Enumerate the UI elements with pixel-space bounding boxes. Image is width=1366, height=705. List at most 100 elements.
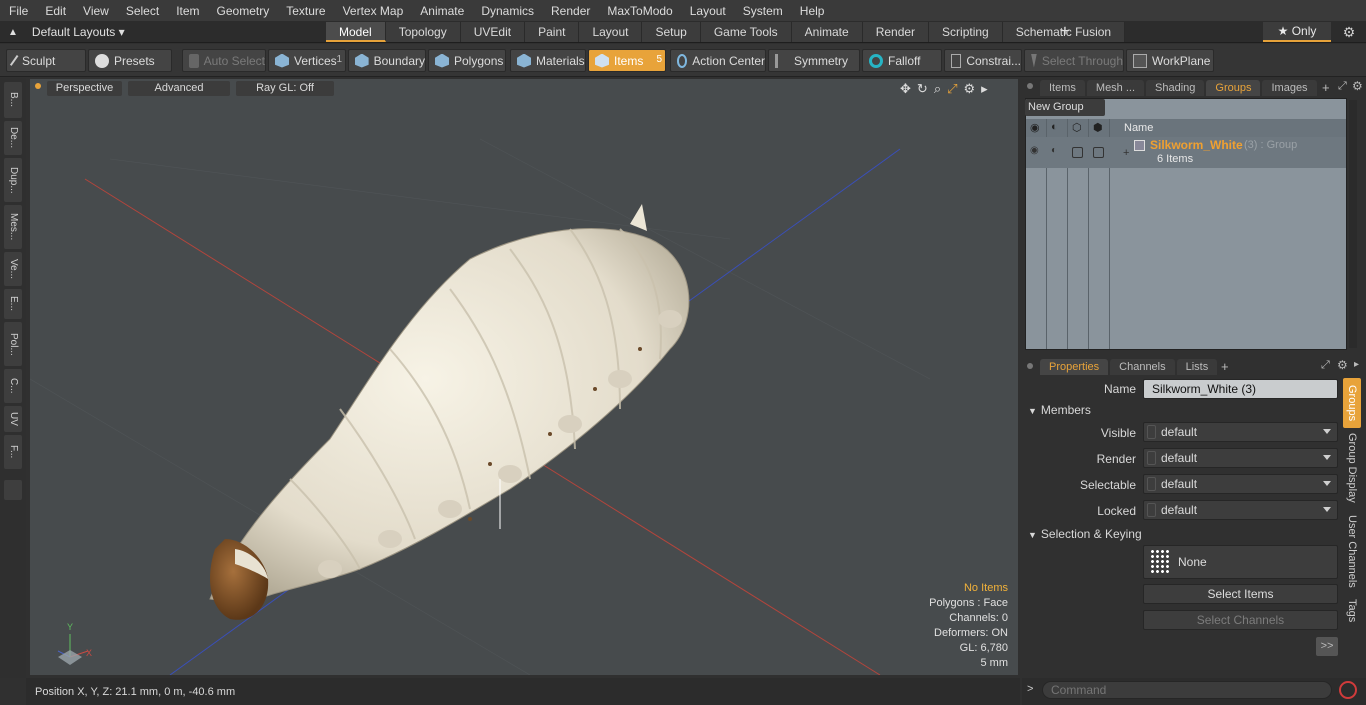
group-row[interactable]: ◉ ◐ + Silkworm_White (3) : Group 6 Items <box>1026 137 1346 168</box>
tab-uvedit[interactable]: UVEdit <box>460 22 526 42</box>
left-tab-2[interactable]: Dup... <box>4 158 22 202</box>
expand-arrow-icon[interactable]: ▸ <box>981 81 988 97</box>
tab-scripting[interactable]: Scripting <box>929 22 1003 42</box>
menu-help[interactable]: Help <box>791 4 833 18</box>
new-group-button[interactable]: New Group <box>1025 99 1105 116</box>
falloff-button[interactable]: Falloff <box>862 49 942 72</box>
layouts-dropdown[interactable]: ▲ Default Layouts ▾ <box>0 21 150 43</box>
add-list-tab-icon[interactable]: + <box>1322 80 1330 95</box>
items-button[interactable]: Items 5 <box>588 49 666 72</box>
left-tab-7[interactable]: C... <box>4 369 22 403</box>
panel-gear-icon[interactable]: ⚙ <box>1352 79 1363 93</box>
tab-model[interactable]: Model <box>326 22 386 42</box>
command-input[interactable] <box>1042 681 1332 699</box>
render-icon[interactable]: ◐ <box>1051 121 1058 133</box>
add-tab-button[interactable]: + <box>1056 21 1074 43</box>
record-icon[interactable] <box>1339 681 1357 699</box>
locked-dropdown[interactable]: default <box>1143 500 1338 520</box>
zoom-view-icon[interactable]: ⌕ <box>934 81 941 97</box>
menu-file[interactable]: File <box>0 4 36 18</box>
tab-setup[interactable]: Setup <box>642 22 701 42</box>
side-tab-user-channels[interactable]: User Channels <box>1343 510 1361 592</box>
select-channels-button[interactable]: Select Channels <box>1143 610 1338 630</box>
left-tab-extra[interactable] <box>4 480 22 500</box>
menu-geometry[interactable]: Geometry <box>208 4 278 18</box>
tab-topology[interactable]: Topology <box>385 22 461 42</box>
side-tab-tags[interactable]: Tags <box>1343 596 1361 626</box>
left-tab-5[interactable]: E... <box>4 289 22 319</box>
tab-render[interactable]: Render <box>862 22 930 42</box>
3d-viewport[interactable]: Y X No Items Polygons : Face Channels: 0… <box>30 79 1018 675</box>
menu-system[interactable]: System <box>734 4 791 18</box>
left-tab-6[interactable]: Pol... <box>4 322 22 366</box>
boundary-button[interactable]: Boundary <box>348 49 426 72</box>
left-tab-3[interactable]: Mes... <box>4 205 22 249</box>
workplane-button[interactable]: WorkPlane <box>1126 49 1214 72</box>
members-section[interactable]: ▼ Members <box>1028 403 1091 417</box>
selectable-dropdown[interactable]: default <box>1143 474 1338 494</box>
sculpt-button[interactable]: Sculpt <box>6 49 86 72</box>
menu-texture[interactable]: Texture <box>277 4 333 18</box>
tab-properties[interactable]: Properties <box>1040 359 1109 375</box>
more-button[interactable]: >> <box>1316 637 1338 656</box>
tab-items[interactable]: Items <box>1040 80 1085 96</box>
tab-mesh[interactable]: Mesh ... <box>1086 80 1145 96</box>
menu-layout[interactable]: Layout <box>681 4 734 18</box>
select-items-button[interactable]: Select Items <box>1143 584 1338 604</box>
panel-menu-dot[interactable] <box>1027 83 1033 89</box>
panel-expand-icon[interactable]: ⤢ <box>1338 80 1347 93</box>
raygl-button[interactable]: Ray GL: Off <box>236 81 334 96</box>
menu-view[interactable]: View <box>74 4 117 18</box>
left-tab-1[interactable]: De... <box>4 121 22 155</box>
row-eye-icon[interactable]: ◉ <box>1030 145 1039 156</box>
polygons-button[interactable]: Polygons <box>428 49 506 72</box>
menu-maxtomodo[interactable]: MaxToModo <box>598 4 680 18</box>
row-render-icon[interactable]: ◐ <box>1051 145 1057 156</box>
tab-channels[interactable]: Channels <box>1110 359 1175 375</box>
left-tab-8[interactable]: UV <box>4 406 22 432</box>
advanced-button[interactable]: Advanced <box>128 81 230 96</box>
menu-dynamics[interactable]: Dynamics <box>472 4 542 18</box>
none-button[interactable]: None <box>1143 545 1338 579</box>
vertices-button[interactable]: Vertices 1 <box>268 49 346 72</box>
eye-icon[interactable]: ◉ <box>1030 121 1040 134</box>
row-lock-checkbox[interactable] <box>1093 147 1104 158</box>
tab-animate[interactable]: Animate <box>791 22 863 42</box>
menu-animate[interactable]: Animate <box>411 4 472 18</box>
side-tab-groups[interactable]: Groups <box>1343 378 1361 428</box>
groups-scrollbar[interactable] <box>1349 100 1357 348</box>
row-select-checkbox[interactable] <box>1072 147 1083 158</box>
tab-game-tools[interactable]: Game Tools <box>700 22 792 42</box>
visible-dropdown[interactable]: default <box>1143 422 1338 442</box>
add-prop-tab-icon[interactable]: + <box>1221 359 1229 374</box>
tab-shading[interactable]: Shading <box>1146 80 1205 96</box>
move-view-icon[interactable]: ✥ <box>900 81 911 97</box>
constraints-button[interactable]: Constrai... <box>944 49 1022 72</box>
viewport-settings-icon[interactable]: ⚙ <box>964 81 976 97</box>
name-input[interactable]: Silkworm_White (3) <box>1143 379 1338 399</box>
tab-layout[interactable]: Layout <box>579 22 643 42</box>
tab-images[interactable]: Images <box>1262 80 1317 96</box>
auto-select-button[interactable]: Auto Select <box>182 49 266 72</box>
menu-item[interactable]: Item <box>167 4 207 18</box>
expand-plus-icon[interactable]: + <box>1123 147 1129 159</box>
side-tab-group-display[interactable]: Group Display <box>1343 432 1361 504</box>
selection-keying-section[interactable]: ▼ Selection & Keying <box>1028 527 1142 541</box>
perspective-button[interactable]: Perspective <box>47 81 122 96</box>
lock-icon[interactable]: ⬢ <box>1093 121 1103 134</box>
props-gear-icon[interactable]: ⚙ <box>1337 358 1348 372</box>
viewport-menu-dot[interactable] <box>35 83 41 89</box>
render-dropdown[interactable]: default <box>1143 448 1338 468</box>
props-expand-icon[interactable]: ⤢ <box>1321 359 1330 372</box>
fit-view-icon[interactable]: ⤢ <box>947 81 957 97</box>
properties-menu-dot[interactable] <box>1027 363 1033 369</box>
menu-render[interactable]: Render <box>542 4 598 18</box>
symmetry-button[interactable]: Symmetry <box>768 49 860 72</box>
left-tab-0[interactable]: B... <box>4 82 22 118</box>
action-center-button[interactable]: Action Center <box>670 49 766 72</box>
left-tab-4[interactable]: Ve... <box>4 252 22 286</box>
select-icon[interactable]: ⬡ <box>1072 121 1082 134</box>
presets-button[interactable]: Presets <box>88 49 172 72</box>
gear-icon[interactable]: ⚙ <box>1338 22 1360 42</box>
menu-select[interactable]: Select <box>117 4 167 18</box>
